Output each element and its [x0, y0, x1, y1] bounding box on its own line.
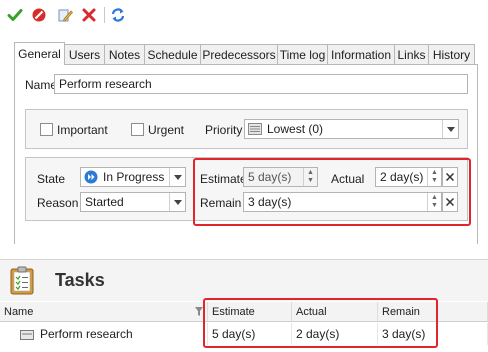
priority-value: Lowest (0) [267, 122, 324, 136]
tasks-title: Tasks [55, 270, 105, 290]
toolbar [0, 0, 488, 32]
reason-label: Reason [37, 196, 79, 210]
tab-links[interactable]: Links [394, 44, 429, 65]
task-row-icon [20, 329, 34, 340]
reason-dropdown[interactable]: Started [80, 192, 186, 212]
urgent-label: Urgent [148, 123, 185, 137]
cancel-button[interactable] [30, 6, 48, 24]
time-fields-highlight [193, 158, 471, 226]
name-field[interactable]: Perform research [54, 74, 468, 94]
checkmark-icon [7, 9, 23, 21]
chevron-down-icon[interactable] [169, 193, 185, 211]
priority-label: Priority [205, 123, 243, 137]
state-dropdown[interactable]: In Progress [80, 167, 186, 187]
reason-value: Started [85, 195, 124, 209]
cancel-circle-icon [32, 8, 46, 22]
urgent-checkbox[interactable] [131, 123, 144, 136]
toolbar-separator [104, 7, 105, 23]
refresh-button[interactable] [109, 6, 127, 24]
tab-notes[interactable]: Notes [104, 44, 145, 65]
columns-highlight [203, 298, 438, 348]
chevron-down-icon[interactable] [169, 168, 185, 186]
edit-pencil-icon [58, 9, 73, 22]
tab-predecessors[interactable]: Predecessors [200, 44, 278, 65]
tab-information[interactable]: Information [327, 44, 395, 65]
in-progress-icon [84, 170, 98, 184]
delete-button[interactable] [80, 6, 98, 24]
tasks-clipboard-icon [8, 265, 38, 295]
important-checkbox[interactable] [40, 123, 53, 136]
refresh-icon [111, 8, 125, 22]
name-label: Name [25, 78, 58, 92]
priority-icon [248, 123, 262, 135]
filter-icon[interactable] [195, 307, 203, 316]
save-button[interactable] [6, 6, 24, 24]
state-label: State [37, 172, 66, 186]
chevron-down-icon[interactable] [442, 120, 458, 138]
column-name-label: Name [4, 305, 34, 318]
tab-schedule[interactable]: Schedule [144, 44, 201, 65]
tab-users[interactable]: Users [64, 44, 105, 65]
cell-name: Perform research [36, 323, 208, 345]
tab-general[interactable]: General [14, 42, 65, 65]
important-label: Important [57, 123, 108, 137]
priority-dropdown[interactable]: Lowest (0) [244, 119, 459, 139]
tab-time-log[interactable]: Time log [277, 44, 328, 65]
tab-history[interactable]: History [428, 44, 475, 65]
edit-button[interactable] [56, 6, 74, 24]
state-value: In Progress [103, 170, 165, 184]
column-header-name[interactable]: Name [0, 302, 208, 322]
delete-x-icon [82, 8, 96, 22]
